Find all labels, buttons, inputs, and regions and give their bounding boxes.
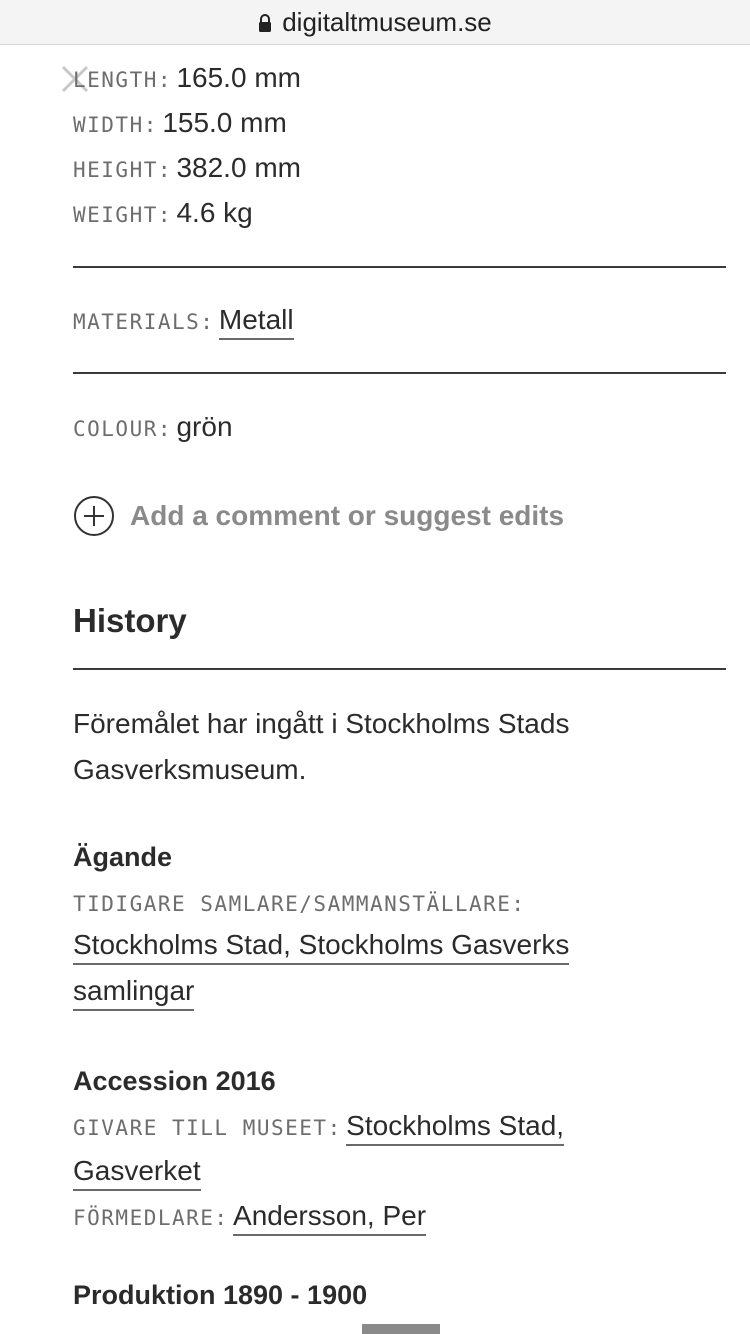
weight-value: 4.6 kg <box>176 197 253 228</box>
previous-collector-label: TIDIGARE SAMLARE/SAMMANSTÄLLARE: <box>73 892 526 916</box>
materials-label: MATERIALS: <box>73 310 215 334</box>
donor-row: GIVARE TILL MUSEET: Stockholms Stad, <box>73 1110 565 1146</box>
height-value: 382.0 mm <box>176 152 301 183</box>
accession-heading: Accession 2016 <box>73 1066 276 1096</box>
previous-collector-link-row: samlingar <box>73 975 195 1011</box>
plus-circle-icon <box>74 496 114 536</box>
history-text-line: Föremålet har ingått i Stockholms Stads <box>73 708 570 739</box>
history-heading: History <box>73 602 187 639</box>
browser-url-bar[interactable]: digitaltmuseum.se <box>0 0 750 45</box>
divider <box>73 372 726 374</box>
add-comment-button[interactable]: Add a comment or suggest edits <box>73 495 564 537</box>
mediator-row: FÖRMEDLARE: Andersson, Per <box>73 1200 427 1236</box>
width-row: WIDTH: 155.0 mm <box>73 107 287 139</box>
produktion-heading: Produktion 1890 - 1900 <box>73 1280 368 1310</box>
weight-row: WEIGHT: 4.6 kg <box>73 197 253 229</box>
divider <box>73 668 726 670</box>
previous-collector-link[interactable]: Stockholms Stad, Stockholms Gasverks <box>73 929 570 965</box>
previous-collector-link-row: Stockholms Stad, Stockholms Gasverks <box>73 929 570 965</box>
partial-image-thumbnail <box>362 1324 440 1334</box>
history-text: Föremålet har ingått i Stockholms Stads … <box>73 701 693 793</box>
divider <box>73 266 726 268</box>
previous-collector-label-row: TIDIGARE SAMLARE/SAMMANSTÄLLARE: <box>73 892 526 916</box>
add-comment-label: Add a comment or suggest edits <box>130 500 565 531</box>
donor-label: GIVARE TILL MUSEET: <box>73 1116 342 1140</box>
height-label: HEIGHT: <box>73 158 173 182</box>
materials-row: MATERIALS: Metall <box>73 304 294 340</box>
donor-link[interactable]: Gasverket <box>73 1155 201 1191</box>
lock-icon <box>259 14 272 32</box>
width-value: 155.0 mm <box>162 107 287 138</box>
length-label: LENGTH: <box>73 68 173 92</box>
length-row: LENGTH: 165.0 mm <box>73 62 301 94</box>
length-value: 165.0 mm <box>176 62 301 93</box>
donor-row: Gasverket <box>73 1155 201 1191</box>
height-row: HEIGHT: 382.0 mm <box>73 152 301 184</box>
history-text-line: Gasverksmuseum. <box>73 754 307 785</box>
colour-label: COLOUR: <box>73 417 173 441</box>
weight-label: WEIGHT: <box>73 203 173 227</box>
mediator-link[interactable]: Andersson, Per <box>233 1200 427 1236</box>
donor-link[interactable]: Stockholms Stad, <box>346 1110 565 1146</box>
width-label: WIDTH: <box>73 113 158 137</box>
previous-collector-link[interactable]: samlingar <box>73 975 195 1011</box>
url-text: digitaltmuseum.se <box>282 6 492 37</box>
materials-link[interactable]: Metall <box>218 304 294 340</box>
colour-value: grön <box>176 411 233 442</box>
colour-row: COLOUR: grön <box>73 411 233 443</box>
mediator-label: FÖRMEDLARE: <box>73 1206 229 1230</box>
agande-heading: Ägande <box>73 842 173 872</box>
